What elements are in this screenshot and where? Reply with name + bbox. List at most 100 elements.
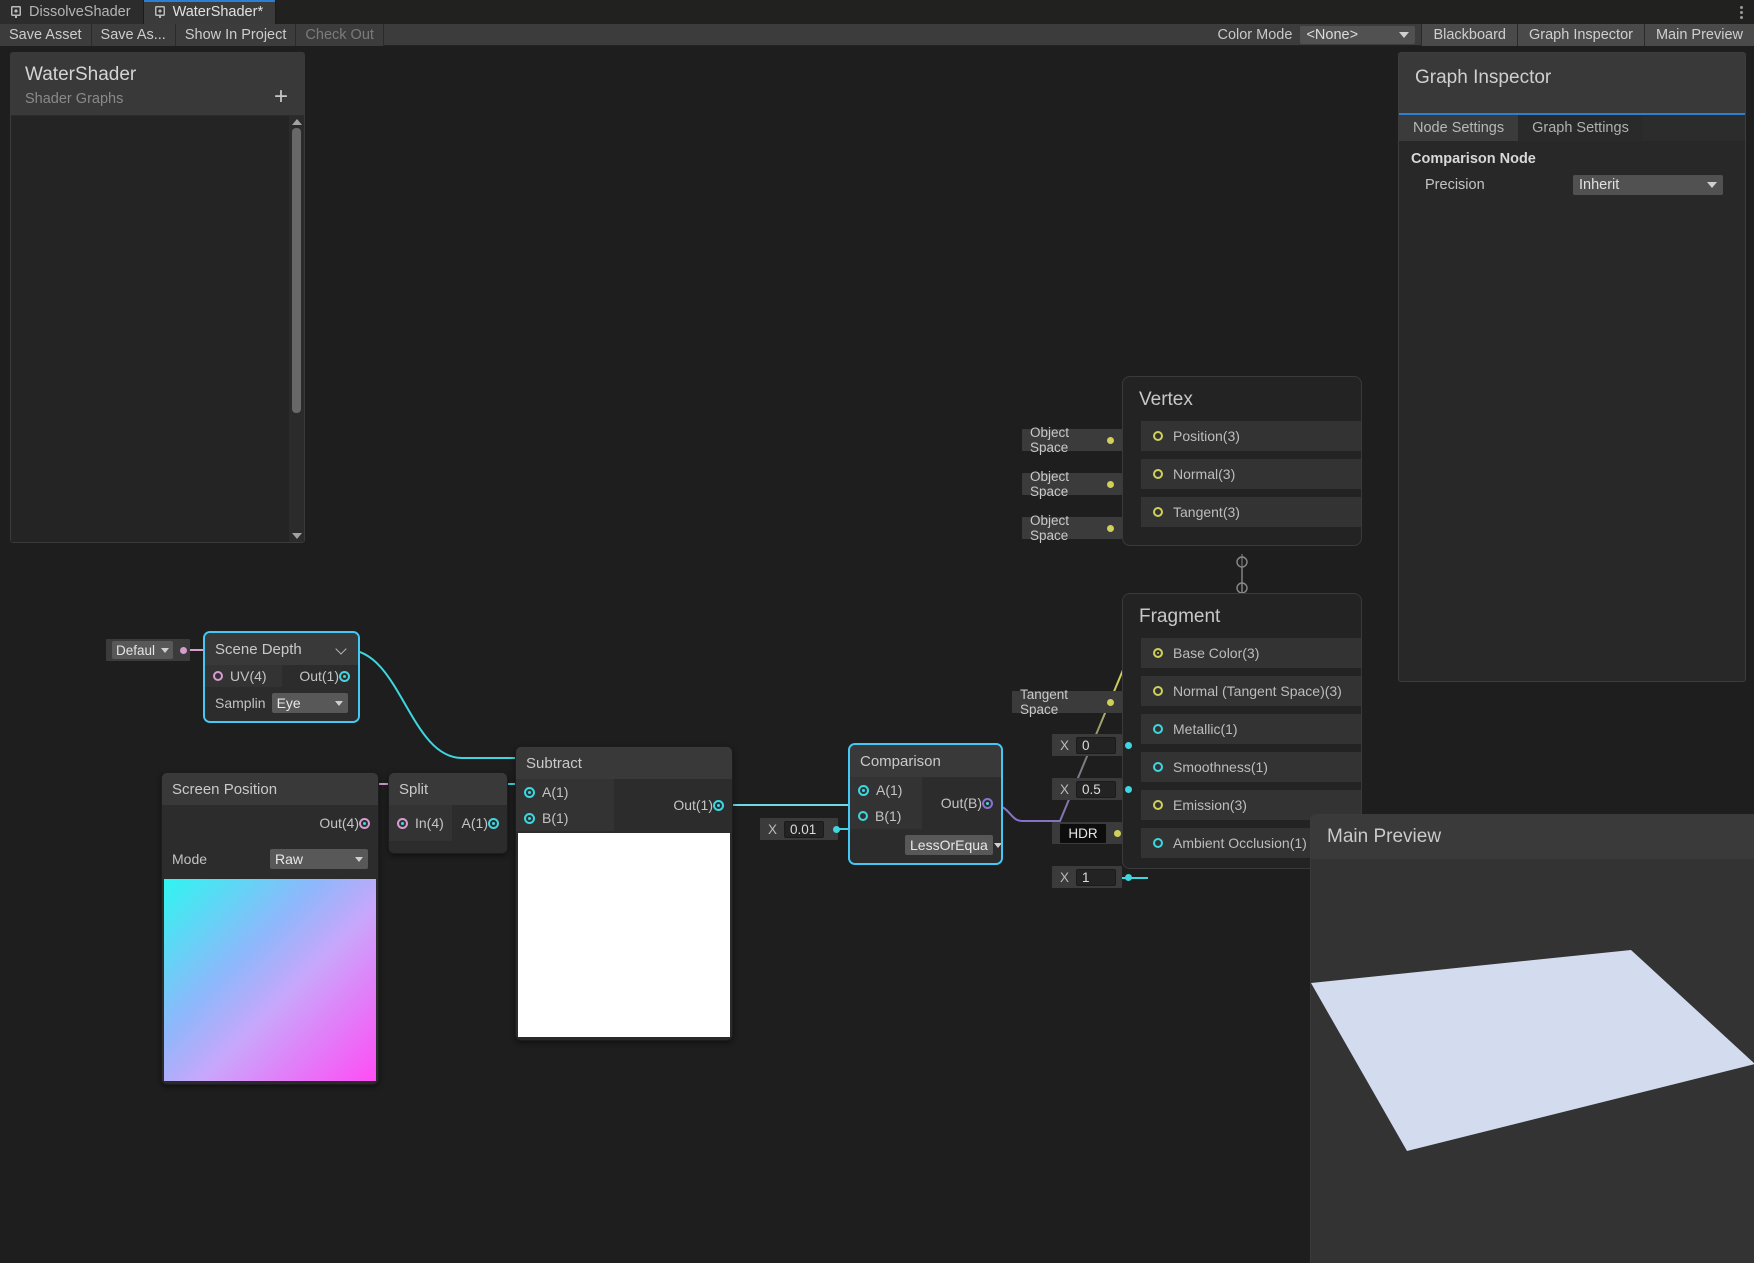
chevron-down-icon[interactable] xyxy=(337,644,348,655)
tab-node-settings[interactable]: Node Settings xyxy=(1399,115,1519,141)
port-dot-emission[interactable] xyxy=(1153,800,1163,810)
emission-color-swatch[interactable]: HDR xyxy=(1060,823,1106,843)
comparison-b-value-input[interactable]: 0.01 xyxy=(784,820,825,838)
chip-object-space-normal[interactable]: Object Space xyxy=(1022,469,1122,499)
node-title-bar[interactable]: Subtract xyxy=(516,747,732,779)
node-title-bar[interactable]: Screen Position xyxy=(162,773,378,805)
chip-dot[interactable] xyxy=(1125,873,1133,881)
chip-dot[interactable] xyxy=(833,825,841,833)
tab-watershader[interactable]: WaterShader* xyxy=(143,0,277,24)
show-in-project-button[interactable]: Show In Project xyxy=(175,23,297,46)
node-subtract[interactable]: Subtract A(1) B(1) Out(1) xyxy=(515,746,733,1041)
port-dot-base-color[interactable] xyxy=(1153,648,1163,658)
chip-object-space-tangent[interactable]: Object Space xyxy=(1022,513,1122,543)
port-out[interactable]: Out(1) xyxy=(282,665,359,687)
color-mode-dropdown[interactable]: <None> xyxy=(1300,25,1416,44)
chip-dot[interactable] xyxy=(1107,480,1114,488)
port-dot-a[interactable] xyxy=(524,786,535,798)
node-split[interactable]: Split In(4) A(1) xyxy=(388,772,508,854)
tab-dissolveshader[interactable]: DissolveShader xyxy=(0,0,144,24)
precision-dropdown[interactable]: Inherit xyxy=(1573,175,1723,195)
chip-dot[interactable] xyxy=(1107,698,1114,706)
node-title-bar[interactable]: Comparison xyxy=(850,745,1001,777)
port-dot-tangent[interactable] xyxy=(1153,507,1163,517)
node-comparison[interactable]: Comparison A(1) B(1) Out(B) LessOrEqua xyxy=(849,744,1002,864)
port-dot-position[interactable] xyxy=(1153,431,1163,441)
block-smoothness[interactable]: Smoothness(1) xyxy=(1141,752,1361,782)
metallic-value-input[interactable]: 0 xyxy=(1076,736,1117,754)
port-out[interactable]: Out(B) xyxy=(922,777,1001,829)
port-dot-a[interactable] xyxy=(858,784,869,796)
blackboard-scrollbar[interactable] xyxy=(289,116,304,542)
chip-dot[interactable] xyxy=(180,646,188,654)
port-a[interactable]: A(1) xyxy=(516,779,614,805)
port-b[interactable]: B(1) xyxy=(516,805,614,831)
chip-dot[interactable] xyxy=(1125,785,1133,793)
block-metallic[interactable]: Metallic(1) xyxy=(1141,714,1361,744)
save-as-button[interactable]: Save As... xyxy=(91,23,176,46)
port-dot-a[interactable] xyxy=(488,817,499,829)
chip-emission-hdr[interactable]: HDR xyxy=(1052,822,1122,844)
graph-inspector-toggle[interactable]: Graph Inspector xyxy=(1516,23,1644,46)
port-dot-out[interactable] xyxy=(713,799,724,811)
caret-down-icon[interactable] xyxy=(291,533,302,539)
chip-dot[interactable] xyxy=(1107,524,1114,532)
port-out-a[interactable]: A(1) xyxy=(452,805,507,841)
chip-smoothness-value[interactable]: X 0.5 xyxy=(1052,778,1133,800)
kebab-menu-icon[interactable] xyxy=(1728,0,1754,24)
block-tangent[interactable]: Tangent(3) xyxy=(1141,497,1361,527)
chip-uv-default[interactable]: Defaul xyxy=(106,639,190,661)
port-a[interactable]: A(1) xyxy=(850,777,922,803)
block-normal-tangent[interactable]: Normal (Tangent Space)(3) xyxy=(1141,676,1361,706)
chip-dot[interactable] xyxy=(1125,741,1133,749)
chip-ambient-occlusion-value[interactable]: X 1 xyxy=(1052,866,1133,888)
port-dot-smoothness[interactable] xyxy=(1153,762,1163,772)
port-b[interactable]: B(1) xyxy=(850,803,922,829)
node-preview-screen-position[interactable] xyxy=(164,879,376,1081)
tab-graph-settings[interactable]: Graph Settings xyxy=(1518,115,1643,141)
sampling-dropdown[interactable]: Eye xyxy=(271,693,348,713)
port-dot-ambient-occlusion[interactable] xyxy=(1153,838,1163,848)
main-preview-toggle[interactable]: Main Preview xyxy=(1643,23,1754,46)
comparison-mode-dropdown[interactable]: LessOrEqua xyxy=(905,835,1001,855)
vertex-block-stack[interactable]: Vertex Position(3) Normal(3) Tangent(3) xyxy=(1122,376,1362,546)
port-dot-b[interactable] xyxy=(858,811,868,821)
chip-metallic-value[interactable]: X 0 xyxy=(1052,734,1133,756)
port-dot-b[interactable] xyxy=(524,812,535,824)
block-position[interactable]: Position(3) xyxy=(1141,421,1361,451)
save-asset-button[interactable]: Save Asset xyxy=(0,23,92,46)
port-uv[interactable]: UV(4) xyxy=(205,665,282,687)
blackboard-body[interactable] xyxy=(11,116,304,542)
port-dot-out[interactable] xyxy=(339,670,350,682)
scroll-thumb[interactable] xyxy=(292,128,301,413)
chip-object-space-position[interactable]: Object Space xyxy=(1022,425,1122,455)
port-dot-out[interactable] xyxy=(359,817,370,829)
main-preview-panel[interactable]: Main Preview xyxy=(1310,814,1754,1263)
chip-tangent-space-normal[interactable]: Tangent Space xyxy=(1012,687,1122,717)
graph-inspector-panel[interactable]: Graph Inspector Node Settings Graph Sett… xyxy=(1398,52,1746,682)
node-preview-subtract[interactable] xyxy=(518,833,730,1037)
chip-dot[interactable] xyxy=(1114,829,1121,837)
main-preview-viewport[interactable] xyxy=(1311,859,1754,1263)
chip-comparison-b-value[interactable]: X 0.01 xyxy=(760,818,841,840)
port-dot-metallic[interactable] xyxy=(1153,724,1163,734)
graph-canvas[interactable]: WaterShader Shader Graphs + Graph Inspec… xyxy=(0,46,1754,1263)
port-dot-out[interactable] xyxy=(982,797,993,809)
mode-dropdown[interactable]: Raw xyxy=(270,849,368,869)
port-out[interactable]: Out(4) xyxy=(162,805,378,841)
port-dot-normal[interactable] xyxy=(1153,469,1163,479)
port-dot-uv[interactable] xyxy=(213,671,223,681)
block-normal[interactable]: Normal(3) xyxy=(1141,459,1361,489)
uv-default-dropdown[interactable]: Defaul xyxy=(112,641,174,659)
node-screen-position[interactable]: Screen Position Out(4) Mode Raw xyxy=(161,772,379,1085)
blackboard-panel[interactable]: WaterShader Shader Graphs + xyxy=(10,52,305,543)
block-base-color[interactable]: Base Color(3) xyxy=(1141,638,1361,668)
port-dot-in[interactable] xyxy=(397,817,408,829)
port-in[interactable]: In(4) xyxy=(389,805,452,841)
ambient-occlusion-value-input[interactable]: 1 xyxy=(1076,868,1117,886)
blackboard-toggle[interactable]: Blackboard xyxy=(1421,23,1517,46)
node-scene-depth[interactable]: Scene Depth UV(4) Out(1) Samplin Eye xyxy=(204,632,359,722)
smoothness-value-input[interactable]: 0.5 xyxy=(1076,780,1117,798)
chip-dot[interactable] xyxy=(1107,436,1114,444)
caret-up-icon[interactable] xyxy=(291,119,302,125)
